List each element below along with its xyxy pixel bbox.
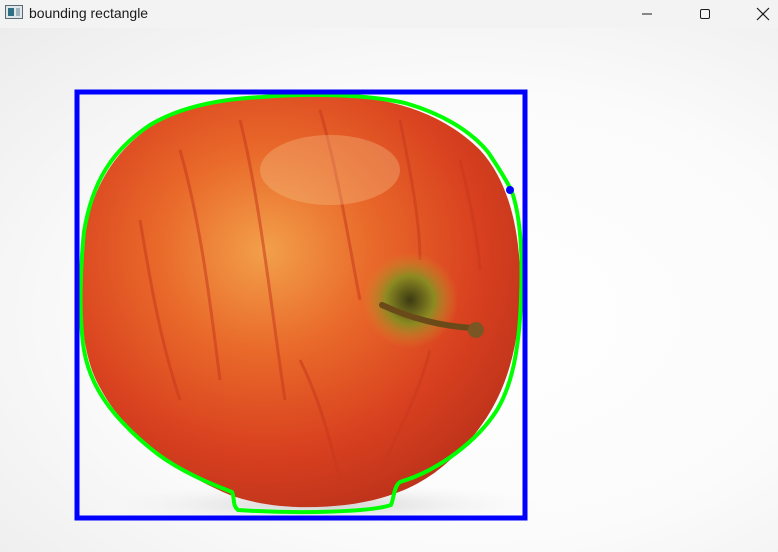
minimize-icon xyxy=(642,13,652,15)
apple-highlight xyxy=(260,135,400,205)
opencv-image-window: bounding rectangle xyxy=(0,0,778,552)
close-button[interactable] xyxy=(740,0,778,28)
window-app-icon xyxy=(5,5,23,19)
maximize-icon xyxy=(700,9,710,19)
apple-image xyxy=(74,89,540,527)
apple-cavity xyxy=(362,252,458,348)
close-icon xyxy=(756,7,770,21)
image-canvas xyxy=(0,28,778,552)
title-bar[interactable]: bounding rectangle xyxy=(0,0,778,28)
maximize-button[interactable] xyxy=(682,0,728,28)
window-title: bounding rectangle xyxy=(29,5,149,21)
contour-point-marker xyxy=(506,186,514,194)
stem-tip xyxy=(468,322,484,338)
minimize-button[interactable] xyxy=(624,0,670,28)
